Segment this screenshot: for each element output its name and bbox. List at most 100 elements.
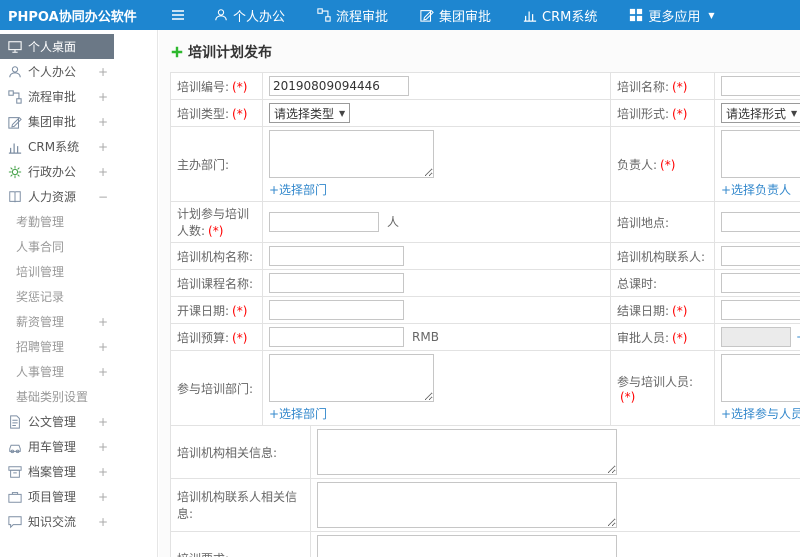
chat-bubble-icon	[8, 515, 22, 529]
sidebar-item-label: 个人桌面	[28, 40, 77, 54]
select-join-department-link[interactable]: +选择部门	[269, 405, 327, 422]
expand-toggle[interactable]: +	[98, 515, 108, 529]
select-approver-link[interactable]: +选择审批	[796, 330, 800, 344]
org-contact-input[interactable]	[721, 246, 800, 266]
nav-process-approval[interactable]: 流程审批	[301, 0, 404, 30]
nav-label: 集团审批	[439, 9, 492, 25]
expand-toggle[interactable]: +	[98, 165, 108, 179]
expand-toggle[interactable]: +	[98, 415, 108, 429]
chevron-down-icon: ▼	[791, 108, 798, 118]
training-name-input[interactable]	[721, 76, 800, 96]
expand-toggle[interactable]: +	[98, 315, 108, 329]
nav-group-approval[interactable]: 集团审批	[404, 0, 507, 30]
top-header: PHPOA协同办公软件 个人办公 流程审批 集团审批 CRM系统 更多应用 ▼	[0, 0, 800, 30]
expand-toggle[interactable]: +	[98, 440, 108, 454]
nav-label: 更多应用	[648, 9, 701, 25]
sidebar-item-process-approval[interactable]: 流程审批 +	[0, 84, 114, 109]
user-icon	[8, 65, 22, 79]
host-department-label: 主办部门:	[177, 157, 230, 172]
top-nav: 个人办公 流程审批 集团审批 CRM系统 更多应用 ▼	[198, 0, 731, 30]
training-name-label: 培训名称:	[617, 79, 670, 94]
sidebar-item-label: 知识交流	[28, 515, 77, 529]
course-name-input[interactable]	[269, 273, 404, 293]
edit-approve-icon	[420, 8, 434, 22]
join-people-label: 参与培训人员:	[617, 374, 694, 389]
apps-grid-icon	[629, 8, 643, 22]
sidebar-item-attendance-mgmt[interactable]: 考勤管理	[0, 209, 114, 234]
expand-toggle[interactable]: +	[98, 340, 108, 354]
expand-toggle[interactable]: +	[98, 115, 108, 129]
training-type-selected-value: 请选择类型	[274, 106, 335, 121]
org-name-input[interactable]	[269, 246, 404, 266]
sidebar-item-knowledge-exchange[interactable]: 知识交流 +	[0, 509, 114, 534]
sidebar-item-personal-office[interactable]: 个人办公 +	[0, 59, 114, 84]
sidebar-item-label: 人事合同	[16, 240, 65, 254]
sidebar-item-personal-desktop[interactable]: 个人桌面	[0, 34, 114, 59]
total-hours-input[interactable]	[721, 273, 800, 293]
nav-more-apps[interactable]: 更多应用 ▼	[613, 0, 730, 30]
sidebar-item-personnel-contract[interactable]: 人事合同	[0, 234, 114, 259]
sidebar-item-vehicle-mgmt[interactable]: 用车管理 +	[0, 434, 114, 459]
sidebar-item-group-approval[interactable]: 集团审批 +	[0, 109, 114, 134]
sidebar-item-crm-system[interactable]: CRM系统 +	[0, 134, 114, 159]
hamburger-menu-icon[interactable]	[158, 7, 198, 23]
training-mode-select[interactable]: 请选择形式 ▼	[721, 103, 800, 123]
unit-suffix: 人	[387, 214, 400, 229]
org-contact-info-label: 培训机构联系人相关信息:	[177, 490, 298, 521]
start-date-input[interactable]	[269, 300, 404, 320]
sidebar-item-label: 培训管理	[16, 265, 65, 279]
sidebar-item-archive-mgmt[interactable]: 档案管理 +	[0, 459, 114, 484]
sidebar-item-label: 基础类别设置	[16, 390, 89, 404]
bar-chart-icon	[523, 8, 537, 22]
sidebar-item-base-category-settings[interactable]: 基础类别设置	[0, 384, 114, 409]
training-type-select[interactable]: 请选择类型 ▼	[269, 103, 351, 123]
select-department-link[interactable]: +选择部门	[269, 181, 327, 198]
requirements-textarea[interactable]	[317, 535, 617, 557]
expand-toggle[interactable]: +	[98, 365, 108, 379]
book-icon	[8, 190, 22, 204]
expand-toggle[interactable]: +	[98, 140, 108, 154]
nav-personal-office[interactable]: 个人办公	[198, 0, 301, 30]
sidebar-item-admin-office[interactable]: 行政办公 +	[0, 159, 114, 184]
nav-crm-system[interactable]: CRM系统	[507, 0, 613, 30]
required-mark: (*)	[672, 79, 688, 94]
training-number-input[interactable]	[269, 76, 409, 96]
sidebar-item-salary-mgmt[interactable]: 薪资管理 +	[0, 309, 114, 334]
location-input[interactable]	[721, 212, 800, 232]
nav-label: CRM系统	[542, 9, 598, 25]
sidebar-item-recruitment-mgmt[interactable]: 招聘管理 +	[0, 334, 114, 359]
user-icon	[214, 8, 228, 22]
archive-box-icon	[8, 465, 22, 479]
join-people-textarea[interactable]	[721, 354, 800, 402]
org-contact-info-textarea[interactable]	[317, 482, 617, 528]
requirements-label: 培训要求:	[177, 552, 229, 557]
join-departments-textarea[interactable]	[269, 354, 434, 402]
training-plan-form: 培训编号:(*) 培训名称:(*) 培训类型:(*) 请选择类型▼ 培训形式:(…	[170, 72, 800, 426]
desktop-icon	[8, 40, 22, 54]
collapse-toggle[interactable]: −	[98, 190, 108, 204]
select-participants-link[interactable]: +选择参与人员	[721, 405, 800, 422]
page-title: 培训计划发布	[171, 42, 800, 62]
host-department-textarea[interactable]	[269, 130, 434, 178]
required-mark: (*)	[620, 389, 636, 404]
sidebar-item-document-mgmt[interactable]: 公文管理 +	[0, 409, 114, 434]
expand-toggle[interactable]: +	[98, 90, 108, 104]
flow-icon	[8, 89, 22, 104]
budget-input[interactable]	[269, 327, 404, 347]
org-info-textarea[interactable]	[317, 429, 617, 475]
end-date-input[interactable]	[721, 300, 800, 320]
expand-toggle[interactable]: +	[98, 465, 108, 479]
leader-textarea[interactable]	[721, 130, 800, 178]
sidebar-item-personnel-mgmt[interactable]: 人事管理 +	[0, 359, 114, 384]
expand-toggle[interactable]: +	[98, 65, 108, 79]
sidebar-item-reward-records[interactable]: 奖惩记录	[0, 284, 114, 309]
planned-participants-input[interactable]	[269, 212, 379, 232]
sidebar-item-human-resources[interactable]: 人力资源 −	[0, 184, 114, 209]
required-mark: (*)	[232, 79, 248, 94]
select-leader-link[interactable]: +选择负责人	[721, 181, 791, 198]
sidebar-item-project-mgmt[interactable]: 项目管理 +	[0, 484, 114, 509]
approver-input[interactable]	[721, 327, 791, 347]
end-date-label: 结课日期:	[617, 303, 670, 318]
sidebar-item-training-mgmt[interactable]: 培训管理	[0, 259, 114, 284]
expand-toggle[interactable]: +	[98, 490, 108, 504]
